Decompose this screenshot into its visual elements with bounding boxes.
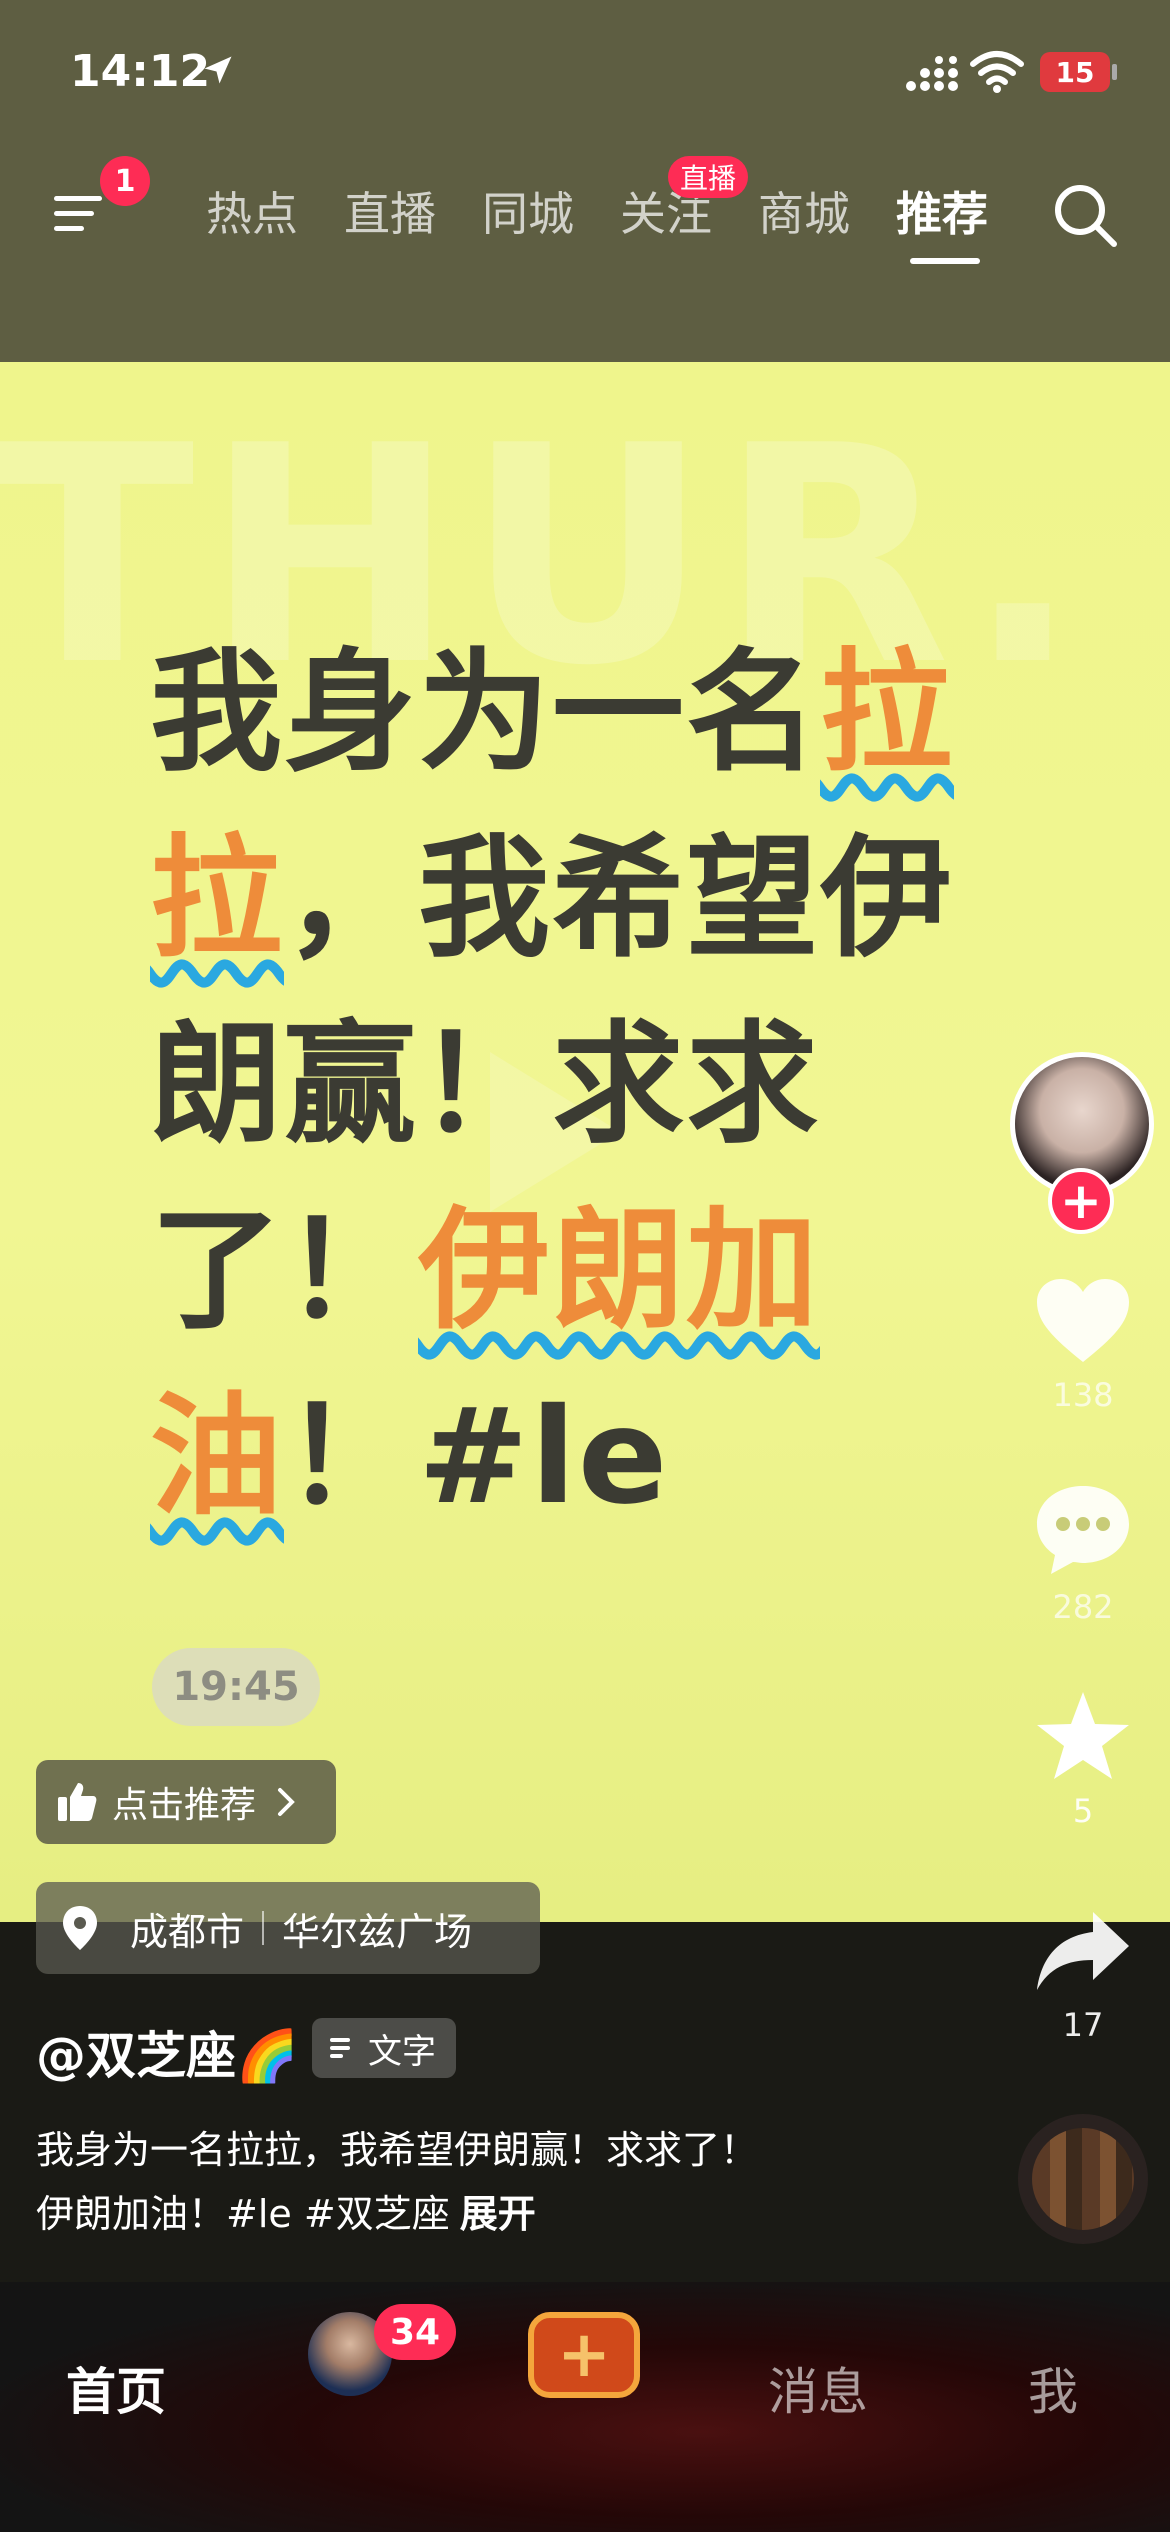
location-divider	[262, 1911, 265, 1945]
menu-notification-badge: 1	[100, 156, 150, 206]
lyrics-line-4: 了！	[150, 1194, 418, 1348]
follow-button[interactable]: +	[1048, 1168, 1114, 1234]
tab-local[interactable]: 同城	[482, 178, 574, 244]
like-count: 138	[1052, 1376, 1114, 1414]
cellular-signal-icon	[906, 56, 958, 91]
caption-line-2: 伊朗加油！#le #双芝座	[36, 2192, 450, 2236]
comment-count: 282	[1052, 1588, 1114, 1626]
tab-me[interactable]: 我	[1028, 2352, 1078, 2424]
tab-mall[interactable]: 商城	[758, 178, 850, 244]
favorite-count: 5	[1072, 1792, 1094, 1830]
share-button[interactable]: 17	[1030, 1906, 1136, 2044]
lyrics-highlight-3: 伊朗加	[418, 1194, 820, 1348]
lyrics-line-5: ！#le	[284, 1380, 670, 1534]
search-icon[interactable]	[1050, 180, 1122, 252]
comment-button[interactable]: 282	[1030, 1482, 1136, 1626]
video-caption: 我身为一名拉拉，我希望伊朗赢！求求了！ 伊朗加油！#le #双芝座 展开	[36, 2118, 976, 2246]
comment-icon	[1037, 1486, 1129, 1574]
location-pin-icon	[63, 1906, 97, 1950]
thumbs-up-icon	[58, 1783, 97, 1821]
tab-messages[interactable]: 消息	[768, 2352, 868, 2424]
favorite-button[interactable]: 5	[1030, 1688, 1136, 1830]
menu-icon[interactable]	[52, 186, 108, 242]
share-count: 17	[1062, 2006, 1104, 2044]
star-icon	[1037, 1692, 1129, 1779]
heart-icon	[1037, 1279, 1129, 1362]
chevron-right-icon	[278, 1788, 295, 1816]
video-timestamp: 19:45	[152, 1648, 320, 1726]
lyrics-highlight-1: 拉	[820, 636, 954, 790]
status-time: 14:12	[70, 46, 211, 97]
tab-recommended[interactable]: 推荐	[896, 178, 988, 244]
create-button[interactable]: +	[528, 2312, 640, 2398]
text-tag-label: 文字	[368, 2031, 436, 2072]
recommend-chip[interactable]: 点击推荐	[36, 1760, 336, 1844]
lyrics-highlight-2: 拉	[150, 822, 284, 976]
top-navigation: 1 热点 直播 同城 关注 直播 商城 推荐	[0, 150, 1170, 280]
recommend-label: 点击推荐	[112, 1785, 257, 1826]
tab-hot[interactable]: 热点	[206, 178, 298, 244]
lyrics-line-3: 朗赢！求求	[150, 1008, 820, 1162]
video-lyrics-text: 我身为一名拉 拉，我希望伊 朗赢！求求 了！伊朗加 油！#le	[150, 620, 970, 1550]
like-button[interactable]: 138	[1030, 1276, 1136, 1414]
lyrics-highlight-4: 油	[150, 1380, 284, 1534]
battery-indicator: 15	[1040, 52, 1110, 92]
location-arrow-icon	[204, 56, 232, 84]
live-badge: 直播	[668, 156, 749, 198]
location-chip[interactable]: 成都市 华尔兹广场	[36, 1882, 540, 1974]
status-bar: 14:12 15	[0, 0, 1170, 150]
caption-line-1: 我身为一名拉拉，我希望伊朗赢！求求了！	[36, 2128, 759, 2172]
bottom-tab-bar: 首页 34 + 消息 我	[0, 2282, 1170, 2532]
share-icon	[1037, 1912, 1129, 1990]
music-disc[interactable]	[1018, 2114, 1148, 2244]
wifi-icon	[970, 51, 1024, 93]
location-place: 华尔兹广场	[282, 1909, 473, 1954]
lyrics-line-2: ，我希望伊	[284, 822, 954, 976]
location-city: 成都市	[130, 1909, 245, 1954]
expand-button[interactable]: 展开	[460, 2192, 536, 2236]
lyrics-line-1: 我身为一名	[150, 636, 820, 790]
text-lines-icon	[330, 2038, 350, 2058]
battery-tip	[1112, 64, 1117, 80]
author-name[interactable]: @双芝座🌈	[36, 2016, 298, 2088]
friends-badge: 34	[374, 2304, 457, 2360]
text-tag[interactable]: 文字	[312, 2018, 456, 2078]
tab-live[interactable]: 直播	[344, 178, 436, 244]
active-tab-indicator	[910, 258, 980, 264]
tab-home[interactable]: 首页	[66, 2352, 166, 2424]
